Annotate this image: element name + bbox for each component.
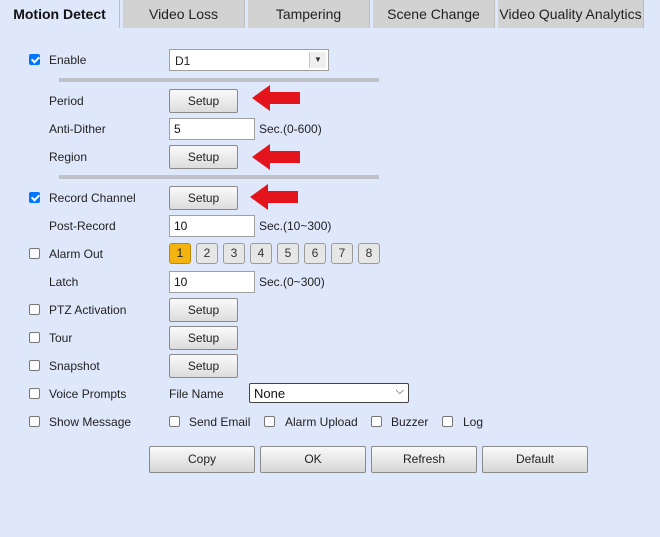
alarm-out-channel-4[interactable]: 4 xyxy=(250,243,272,264)
enable-row: Enable xyxy=(0,48,660,72)
region-label: Region xyxy=(49,150,88,164)
alarm-upload-label: Alarm Upload xyxy=(285,415,358,429)
chevron-down-icon: ⌵ xyxy=(395,385,404,397)
latch-label: Latch xyxy=(49,275,79,289)
anti-dither-input[interactable]: 5 xyxy=(169,118,255,140)
tab-bar: Motion Detect Video Loss Tampering Scene… xyxy=(0,0,660,28)
send-email-checkbox[interactable] xyxy=(169,416,180,427)
channel-select-value: D1 xyxy=(175,54,191,68)
period-row: Period Setup xyxy=(0,89,660,113)
file-name-value: None xyxy=(254,386,286,401)
file-name-label: File Name xyxy=(169,387,224,401)
post-record-input[interactable]: 10 xyxy=(169,215,255,237)
red-arrow-icon xyxy=(252,144,300,170)
post-record-label: Post-Record xyxy=(49,219,116,233)
alarm-out-channel-5[interactable]: 5 xyxy=(277,243,299,264)
tour-row: Tour Setup xyxy=(0,326,660,350)
snapshot-checkbox[interactable] xyxy=(29,360,40,371)
period-label: Period xyxy=(49,94,84,108)
tour-setup-button[interactable]: Setup xyxy=(169,326,238,350)
region-setup-button[interactable]: Setup xyxy=(169,145,238,169)
ok-button[interactable]: OK xyxy=(260,446,366,473)
record-channel-label: Record Channel xyxy=(49,191,136,205)
show-message-checkbox[interactable] xyxy=(29,416,40,427)
refresh-button[interactable]: Refresh xyxy=(371,446,477,473)
post-record-row: Post-Record 10 Sec.(10~300) xyxy=(0,214,660,238)
anti-dither-label: Anti-Dither xyxy=(49,122,106,136)
tab-tampering[interactable]: Tampering xyxy=(248,0,370,28)
alarm-out-channel-8[interactable]: 8 xyxy=(358,243,380,264)
log-checkbox[interactable] xyxy=(442,416,453,427)
snapshot-row: Snapshot Setup xyxy=(0,354,660,378)
ptz-activation-row: PTZ Activation Setup xyxy=(0,298,660,322)
tour-checkbox[interactable] xyxy=(29,332,40,343)
tab-scene-change[interactable]: Scene Change xyxy=(373,0,495,28)
tab-video-quality-analytics[interactable]: Video Quality Analytics xyxy=(498,0,644,28)
alarm-out-channel-7[interactable]: 7 xyxy=(331,243,353,264)
record-channel-checkbox[interactable] xyxy=(29,192,40,203)
show-message-label: Show Message xyxy=(49,415,132,429)
default-button[interactable]: Default xyxy=(482,446,588,473)
latch-unit: Sec.(0~300) xyxy=(259,275,325,289)
latch-row: Latch 10 Sec.(0~300) xyxy=(0,270,660,294)
record-channel-setup-button[interactable]: Setup xyxy=(169,186,238,210)
tour-label: Tour xyxy=(49,331,73,345)
voice-prompts-checkbox[interactable] xyxy=(29,388,40,399)
anti-dither-row: Anti-Dither 5 Sec.(0-600) xyxy=(0,117,660,141)
alarm-out-channel-2[interactable]: 2 xyxy=(196,243,218,264)
alarm-out-channel-3[interactable]: 3 xyxy=(223,243,245,264)
section-divider xyxy=(59,78,379,82)
record-channel-row: Record Channel Setup xyxy=(0,186,660,210)
send-email-label: Send Email xyxy=(189,415,251,429)
ptz-activation-setup-button[interactable]: Setup xyxy=(169,298,238,322)
red-arrow-icon xyxy=(250,184,298,210)
period-setup-button[interactable]: Setup xyxy=(169,89,238,113)
tab-video-loss[interactable]: Video Loss xyxy=(123,0,245,28)
alarm-out-label: Alarm Out xyxy=(49,247,104,261)
buzzer-checkbox[interactable] xyxy=(371,416,382,427)
copy-button[interactable]: Copy xyxy=(149,446,255,473)
alarm-upload-checkbox[interactable] xyxy=(264,416,275,427)
show-message-row: Show Message Send Email Alarm Upload Buz… xyxy=(0,410,660,434)
alarm-out-channel-6[interactable]: 6 xyxy=(304,243,326,264)
anti-dither-unit: Sec.(0-600) xyxy=(259,122,322,136)
red-arrow-icon xyxy=(252,85,300,111)
alarm-out-channel-1[interactable]: 1 xyxy=(169,243,191,264)
ptz-activation-checkbox[interactable] xyxy=(29,304,40,315)
tab-motion-detect[interactable]: Motion Detect xyxy=(0,0,120,28)
alarm-out-row: Alarm Out 1 2 3 4 5 6 7 8 xyxy=(0,242,660,266)
latch-input[interactable]: 10 xyxy=(169,271,255,293)
region-row: Region Setup xyxy=(0,145,660,169)
section-divider xyxy=(59,175,379,179)
log-label: Log xyxy=(463,415,484,429)
alarm-out-checkbox[interactable] xyxy=(29,248,40,259)
snapshot-label: Snapshot xyxy=(49,359,100,373)
buzzer-label: Buzzer xyxy=(391,415,429,429)
enable-label: Enable xyxy=(49,53,87,67)
channel-select[interactable]: D1 ▼ xyxy=(169,49,329,71)
ptz-activation-label: PTZ Activation xyxy=(49,303,127,317)
voice-prompts-label: Voice Prompts xyxy=(49,387,127,401)
enable-checkbox[interactable] xyxy=(29,54,40,65)
post-record-unit: Sec.(10~300) xyxy=(259,219,332,233)
snapshot-setup-button[interactable]: Setup xyxy=(169,354,238,378)
chevron-down-icon: ▼ xyxy=(309,52,326,68)
file-name-select[interactable]: None ⌵ xyxy=(249,383,409,403)
